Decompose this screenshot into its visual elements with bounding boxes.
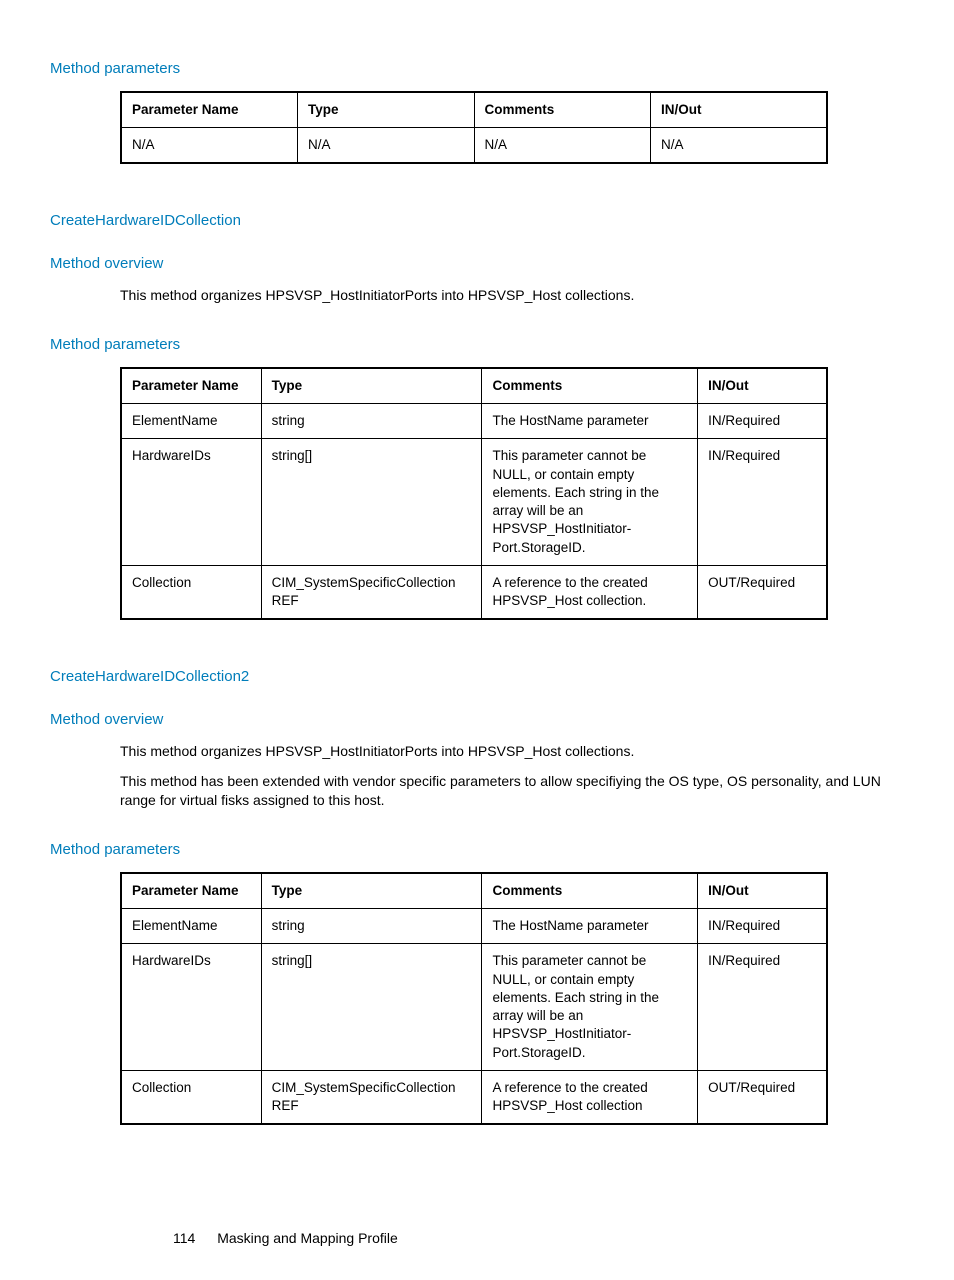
table-row: Collection CIM_SystemSpecificCollection … (121, 565, 827, 619)
col-header: Parameter Name (121, 873, 261, 909)
heading-method-overview-2: Method overview (50, 255, 904, 272)
cell: IN/Required (698, 909, 827, 944)
table-row: Parameter Name Type Comments IN/Out (121, 368, 827, 404)
overview-text-3a: This method organizes HPSVSP_HostInitiat… (120, 742, 904, 762)
col-header: Type (261, 873, 482, 909)
table-row: Parameter Name Type Comments IN/Out (121, 92, 827, 128)
cell: string (261, 404, 482, 439)
table-row: ElementName string The HostName paramete… (121, 909, 827, 944)
cell: N/A (121, 128, 298, 164)
cell: N/A (651, 128, 828, 164)
heading-method-parameters-3: Method parameters (50, 841, 904, 858)
cell: ElementName (121, 404, 261, 439)
table-row: Parameter Name Type Comments IN/Out (121, 873, 827, 909)
overview-text-3b: This method has been extended with vendo… (120, 772, 904, 811)
heading-method-parameters-1: Method parameters (50, 60, 904, 77)
cell: CIM_SystemSpecificCollection REF (261, 1070, 482, 1124)
table-row: N/A N/A N/A N/A (121, 128, 827, 164)
col-header: Type (261, 368, 482, 404)
col-header: Comments (482, 873, 698, 909)
cell: IN/Required (698, 404, 827, 439)
page-footer: 114 Masking and Mapping Profile (173, 1230, 398, 1246)
cell: This parameter cannot be NULL, or contai… (482, 944, 698, 1070)
footer-title: Masking and Mapping Profile (217, 1230, 398, 1246)
cell: string[] (261, 439, 482, 565)
cell: A reference to the created HPSVSP_Host c… (482, 1070, 698, 1124)
cell: string[] (261, 944, 482, 1070)
table-row: Collection CIM_SystemSpecificCollection … (121, 1070, 827, 1124)
cell: OUT/Required (698, 565, 827, 619)
cell: IN/Required (698, 944, 827, 1070)
cell: Collection (121, 1070, 261, 1124)
page-number: 114 (173, 1230, 195, 1246)
cell: HardwareIDs (121, 944, 261, 1070)
col-header: Parameter Name (121, 368, 261, 404)
cell: This parameter cannot be NULL, or contai… (482, 439, 698, 565)
table-1: Parameter Name Type Comments IN/Out N/A … (120, 91, 828, 164)
cell: N/A (298, 128, 475, 164)
heading-createhardwareidcollection2: CreateHardwareIDCollection2 (50, 668, 904, 685)
col-header: IN/Out (698, 368, 827, 404)
cell: ElementName (121, 909, 261, 944)
cell: string (261, 909, 482, 944)
heading-method-parameters-2: Method parameters (50, 336, 904, 353)
heading-method-overview-3: Method overview (50, 711, 904, 728)
col-header: IN/Out (651, 92, 828, 128)
cell: The HostName parameter (482, 909, 698, 944)
col-header: IN/Out (698, 873, 827, 909)
heading-createhardwareidcollection: CreateHardwareIDCollection (50, 212, 904, 229)
col-header: Type (298, 92, 475, 128)
col-header: Comments (482, 368, 698, 404)
cell: IN/Required (698, 439, 827, 565)
cell: A reference to the created HPSVSP_Host c… (482, 565, 698, 619)
cell: N/A (474, 128, 651, 164)
table-row: ElementName string The HostName paramete… (121, 404, 827, 439)
cell: HardwareIDs (121, 439, 261, 565)
col-header: Comments (474, 92, 651, 128)
table-2: Parameter Name Type Comments IN/Out Elem… (120, 367, 828, 620)
col-header: Parameter Name (121, 92, 298, 128)
cell: The HostName parameter (482, 404, 698, 439)
overview-text-2: This method organizes HPSVSP_HostInitiat… (120, 286, 904, 306)
table-row: HardwareIDs string[] This parameter cann… (121, 439, 827, 565)
table-3: Parameter Name Type Comments IN/Out Elem… (120, 872, 828, 1125)
cell: CIM_SystemSpecificCollection REF (261, 565, 482, 619)
table-row: HardwareIDs string[] This parameter cann… (121, 944, 827, 1070)
cell: Collection (121, 565, 261, 619)
cell: OUT/Required (698, 1070, 827, 1124)
